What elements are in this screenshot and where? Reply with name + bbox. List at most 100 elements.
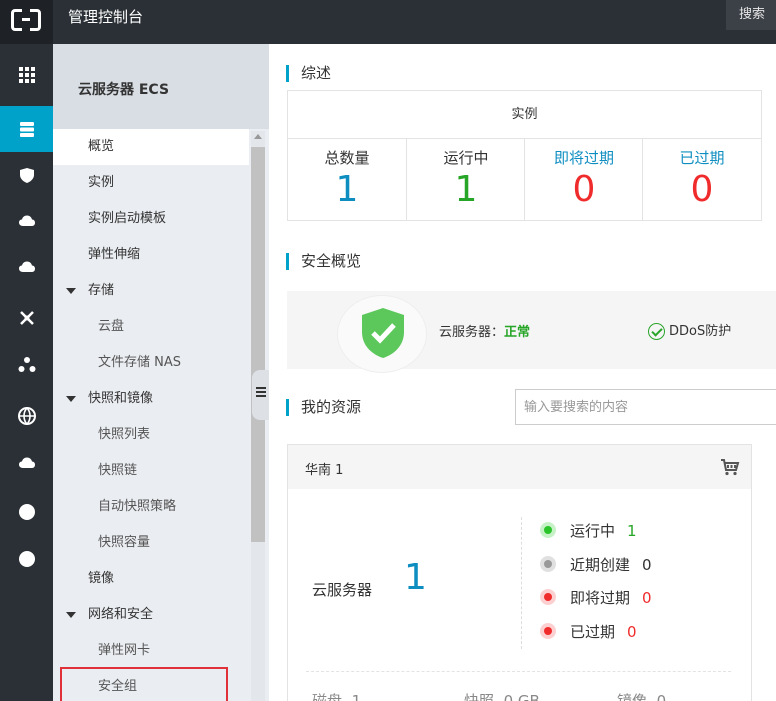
stat-value: 1 <box>454 169 478 210</box>
resources-section-title: 我的资源 <box>286 399 361 416</box>
sidebar-title: 云服务器 ECS <box>78 82 170 98</box>
cart-icon[interactable] <box>720 457 740 477</box>
footer-value: 0 <box>656 692 667 701</box>
sidebar-item-auto-scaling[interactable]: 弹性伸缩 <box>53 237 249 273</box>
circle-icon[interactable] <box>0 489 53 535</box>
stat-label: 总数量 <box>324 149 370 167</box>
stat-label: 即将过期 <box>553 149 614 167</box>
circle-icon[interactable] <box>0 536 53 582</box>
server-icon[interactable] <box>0 106 53 152</box>
sidebar-item-cloud-disk[interactable]: 云盘 <box>53 309 249 345</box>
divider <box>521 517 522 649</box>
sidebar-scrollbar-thumb[interactable] <box>251 147 265 542</box>
status-label: 已过期 <box>570 623 616 641</box>
aliyun-logo-icon[interactable] <box>0 0 53 44</box>
sidebar-item-label: 网络和安全 <box>88 607 154 622</box>
caret-down-icon <box>66 396 76 402</box>
resource-search-input[interactable] <box>515 389 776 425</box>
grid-icon[interactable] <box>0 52 53 98</box>
sidebar-item-auto-snapshot-policy[interactable]: 自动快照策略 <box>53 489 249 525</box>
sidebar-group-storage[interactable]: 存储 <box>53 273 249 309</box>
check-circle-icon <box>648 323 665 340</box>
highlight-annotation-box <box>60 667 228 701</box>
sidebar-item-label: 概览 <box>88 139 115 154</box>
sidebar-group-snapshots-images[interactable]: 快照和镜像 <box>53 381 249 417</box>
sidebar-item-label: 镜像 <box>88 571 115 586</box>
stat-label: 运行中 <box>443 149 489 167</box>
globe-icon[interactable] <box>0 393 53 439</box>
red-dot-icon <box>540 623 556 639</box>
caret-down-icon <box>66 612 76 618</box>
sidebar-item-instances[interactable]: 实例 <box>53 165 249 201</box>
status-label: 运行中 <box>570 522 616 540</box>
status-count: 0 <box>627 623 637 641</box>
sidebar-item-label: 实例启动模板 <box>88 211 167 226</box>
image-count[interactable]: 镜像 0 <box>617 690 666 701</box>
cluster-icon[interactable] <box>0 342 53 388</box>
footer-label: 磁盘 <box>312 692 343 701</box>
divider <box>306 671 731 672</box>
status-value: 正常 <box>504 325 531 340</box>
ecs-label: 云服务器 <box>312 581 373 599</box>
sidebar-item-label: 快照容量 <box>98 535 151 550</box>
region-name: 华南 1 <box>305 463 344 478</box>
sidebar-item-label: 云盘 <box>98 319 125 334</box>
ddos-label: DDoS防护 <box>669 324 732 339</box>
cloud-icon[interactable] <box>0 198 53 244</box>
sidebar-item-snapshot-chain[interactable]: 快照链 <box>53 453 249 489</box>
product-icon-bar <box>0 44 53 701</box>
stat-total[interactable]: 总数量 1 <box>288 139 406 221</box>
sidebar-item-label: 自动快照策略 <box>98 499 177 514</box>
region-header: 华南 1 <box>288 445 751 489</box>
sidebar-item-label: 快照列表 <box>98 427 151 442</box>
stat-expired[interactable]: 已过期 0 <box>643 139 761 221</box>
sidebar-item-label: 快照和镜像 <box>88 391 154 406</box>
disk-count[interactable]: 磁盘 1 <box>312 690 361 701</box>
status-label: 云服务器： <box>439 325 505 340</box>
instance-overview-card: 实例 总数量 1 运行中 1 即将过期 0 已过期 0 <box>287 90 762 221</box>
sidebar-item-launch-templates[interactable]: 实例启动模板 <box>53 201 249 237</box>
stat-value: 0 <box>572 169 596 210</box>
status-running[interactable]: 运行中 1 <box>540 520 637 541</box>
sidebar-item-label: 快照链 <box>98 463 138 478</box>
search-button[interactable]: 搜索 <box>726 0 776 30</box>
menu-icon <box>256 387 266 389</box>
status-label: 近期创建 <box>570 556 631 574</box>
cloud-gear-icon[interactable] <box>0 440 53 486</box>
sidebar-item-label: 存储 <box>88 283 115 298</box>
sidebar-item-snapshot-capacity[interactable]: 快照容量 <box>53 525 249 561</box>
sidebar-item-eni[interactable]: 弹性网卡 <box>53 633 249 669</box>
stat-value: 0 <box>690 169 714 210</box>
sidebar-item-images[interactable]: 镜像 <box>53 561 249 597</box>
instance-header: 实例 <box>288 91 761 139</box>
stat-value: 1 <box>335 169 359 210</box>
snapshot-size[interactable]: 快照 0 GB <box>464 690 540 701</box>
sidebar-collapse-handle[interactable] <box>252 370 269 420</box>
stat-expiring[interactable]: 即将过期 0 <box>525 139 643 221</box>
status-recently-created[interactable]: 近期创建 0 <box>540 554 652 575</box>
shield-check-icon <box>362 308 404 358</box>
stat-running[interactable]: 运行中 1 <box>407 139 525 221</box>
server-security-status[interactable]: 云服务器：正常 <box>439 321 530 340</box>
grey-dot-icon <box>540 556 556 572</box>
status-expired[interactable]: 已过期 0 <box>540 621 637 642</box>
sidebar-item-overview[interactable]: 概览 <box>53 129 249 165</box>
status-expiring[interactable]: 即将过期 0 <box>540 587 652 608</box>
scroll-up-arrow-icon[interactable] <box>254 134 262 139</box>
sidebar-item-label: 弹性网卡 <box>98 643 151 658</box>
security-overview-card: 云服务器：正常 DDoS防护 <box>287 291 776 373</box>
ecs-sidebar: 云服务器 ECS 概览 实例 实例启动模板 弹性伸缩 存储 云盘 文件存储 NA… <box>53 44 269 701</box>
footer-value: 0 GB <box>503 692 540 701</box>
cloud-upload-icon[interactable] <box>0 244 53 290</box>
sidebar-group-network-security[interactable]: 网络和安全 <box>53 597 249 633</box>
ddos-protection[interactable]: DDoS防护 <box>648 320 731 340</box>
console-title[interactable]: 管理控制台 <box>68 6 143 27</box>
shield-icon[interactable] <box>0 152 53 198</box>
network-icon[interactable] <box>0 295 53 341</box>
caret-down-icon <box>66 288 76 294</box>
ecs-count[interactable]: 1 <box>404 557 427 598</box>
sidebar-item-nas[interactable]: 文件存储 NAS <box>53 345 249 381</box>
red-dot-icon <box>540 589 556 605</box>
sidebar-item-snapshot-list[interactable]: 快照列表 <box>53 417 249 453</box>
status-label: 即将过期 <box>570 589 631 607</box>
